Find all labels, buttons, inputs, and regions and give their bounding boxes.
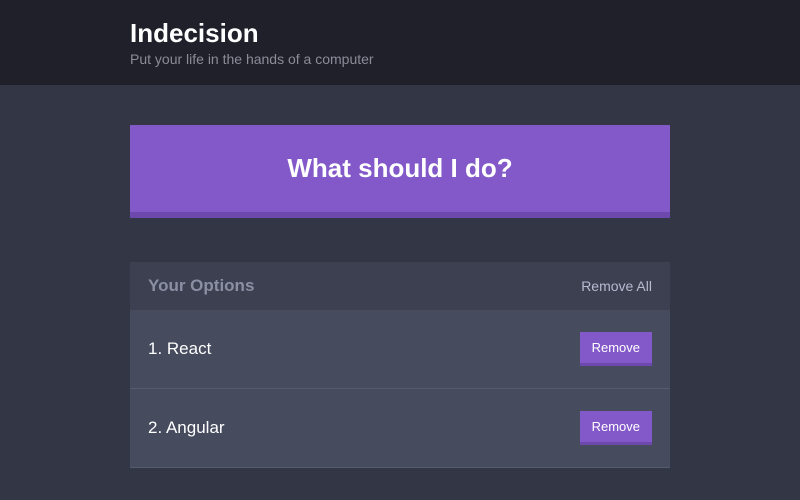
option-text: 2. Angular bbox=[148, 418, 225, 438]
main-container: What should I do? Your Options Remove Al… bbox=[0, 85, 800, 468]
list-item: 2. Angular Remove bbox=[130, 389, 670, 468]
option-text: 1. React bbox=[148, 339, 211, 359]
remove-button[interactable]: Remove bbox=[580, 411, 652, 445]
options-widget: Your Options Remove All 1. React Remove … bbox=[130, 262, 670, 468]
options-title: Your Options bbox=[148, 276, 254, 296]
options-header: Your Options Remove All bbox=[130, 262, 670, 310]
decide-button[interactable]: What should I do? bbox=[130, 125, 670, 218]
remove-button[interactable]: Remove bbox=[580, 332, 652, 366]
list-item: 1. React Remove bbox=[130, 310, 670, 389]
app-header: Indecision Put your life in the hands of… bbox=[0, 0, 800, 85]
app-title: Indecision bbox=[130, 18, 800, 49]
remove-all-button[interactable]: Remove All bbox=[581, 278, 652, 294]
app-subtitle: Put your life in the hands of a computer bbox=[130, 51, 800, 67]
